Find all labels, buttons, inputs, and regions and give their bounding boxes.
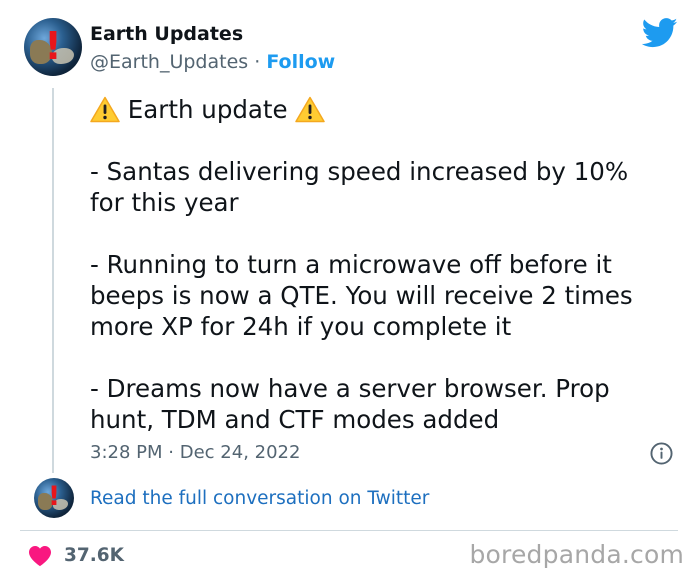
tweet-line-1 — [90, 125, 670, 156]
tweet-line-10: hunt, TDM and CTF modes added — [90, 405, 500, 434]
tweet-line-4 — [90, 218, 670, 249]
author-name[interactable]: Earth Updates — [90, 22, 243, 46]
timestamp-separator: · — [168, 442, 174, 463]
tweet-date: Dec 24, 2022 — [179, 442, 301, 463]
author-handle-row: @Earth_Updates · Follow — [90, 49, 335, 75]
warning-icon — [90, 96, 120, 123]
tweet-line-7: more XP for 24h if you complete it — [90, 312, 512, 341]
conversation-avatar[interactable]: ! — [34, 478, 74, 518]
tweet-text: Earth update - Santas delivering speed i… — [90, 94, 670, 435]
tweet-line-5: - Running to turn a microwave off before… — [90, 250, 612, 279]
info-icon[interactable] — [650, 442, 673, 465]
watermark: boredpanda.com — [469, 540, 684, 569]
tweet-line-2: - Santas delivering speed increased by 1… — [90, 157, 629, 186]
tweet-line-3: for this year — [90, 188, 239, 217]
follow-button[interactable]: Follow — [266, 51, 335, 73]
handle-separator: · — [254, 51, 261, 73]
footer-divider — [20, 530, 678, 531]
tweet-line-0: Earth update — [127, 95, 288, 124]
tweet-line-6: beeps is now a QTE. You will receive 2 t… — [90, 281, 633, 310]
author-handle[interactable]: @Earth_Updates — [90, 51, 248, 73]
warning-icon — [295, 96, 326, 123]
tweet-line-9: - Dreams now have a server browser. Prop — [90, 374, 610, 403]
thread-line — [52, 88, 54, 473]
like-count: 37.6K — [64, 545, 124, 566]
tweet-timestamp[interactable]: 3:28 PM · Dec 24, 2022 — [90, 441, 300, 465]
tweet-time: 3:28 PM — [90, 442, 163, 463]
heart-icon[interactable] — [28, 545, 52, 567]
read-conversation-link[interactable]: Read the full conversation on Twitter — [90, 487, 429, 511]
author-avatar[interactable]: ! — [24, 18, 82, 76]
tweet-line-heading: Earth update — [90, 94, 670, 125]
twitter-bird-icon[interactable] — [642, 18, 678, 48]
tweet-line-8 — [90, 342, 670, 373]
